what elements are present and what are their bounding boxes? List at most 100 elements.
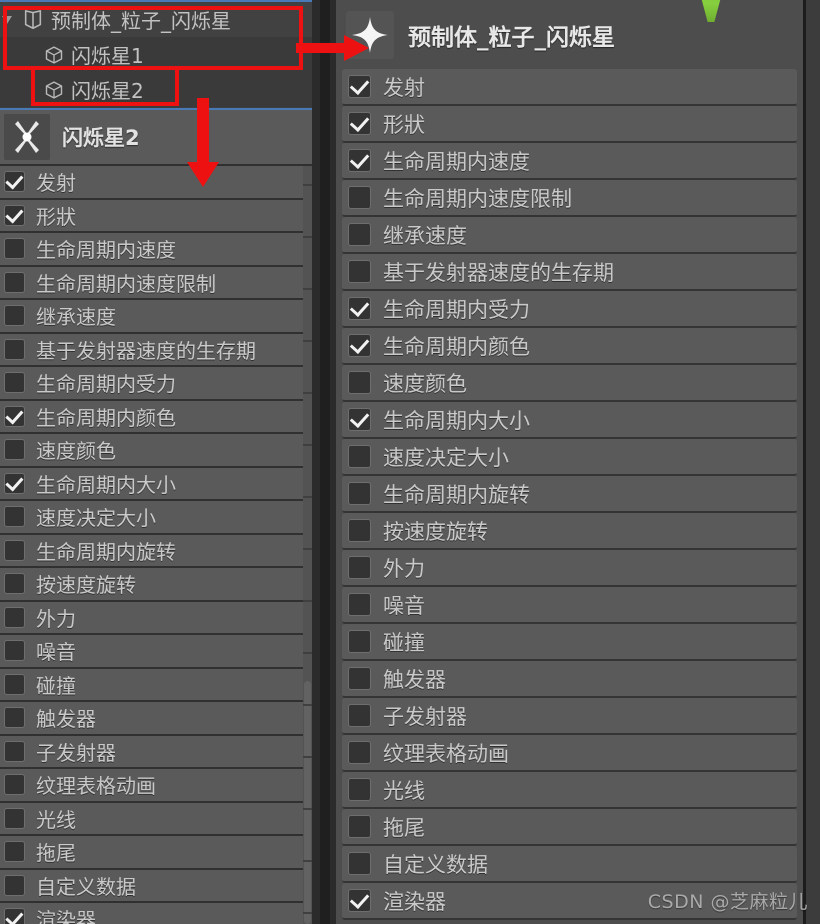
left-module-checkbox[interactable] xyxy=(4,707,25,729)
right-module-checkbox[interactable] xyxy=(348,260,371,283)
left-module-checkbox[interactable] xyxy=(4,305,25,327)
right-module-row[interactable]: 按速度旋转 xyxy=(342,513,797,550)
right-module-checkbox[interactable] xyxy=(348,889,371,912)
left-component-header[interactable]: 闪烁星2 xyxy=(0,110,312,166)
left-module-row[interactable]: 纹理表格动画 xyxy=(0,769,312,803)
right-module-row[interactable]: 生命周期内大小 xyxy=(342,402,797,439)
left-module-checkbox[interactable] xyxy=(4,439,25,461)
left-module-checkbox[interactable] xyxy=(4,807,25,829)
left-module-checkbox[interactable] xyxy=(4,573,25,595)
left-module-row[interactable]: 生命周期内颜色 xyxy=(0,400,312,434)
left-module-row[interactable]: 生命周期内速度 xyxy=(0,233,312,267)
right-module-row[interactable]: 速度决定大小 xyxy=(342,439,797,476)
left-module-row[interactable]: 生命周期内旋转 xyxy=(0,534,312,568)
left-module-row[interactable]: 光线 xyxy=(0,802,312,836)
right-module-row[interactable]: 生命周期内受力 xyxy=(342,291,797,328)
right-module-checkbox[interactable] xyxy=(348,519,371,542)
right-module-checkbox[interactable] xyxy=(348,667,371,690)
left-module-checkbox[interactable] xyxy=(4,673,25,695)
left-module-row[interactable]: 渲染器 xyxy=(0,903,312,924)
right-module-checkbox[interactable] xyxy=(348,112,371,135)
right-module-checkbox[interactable] xyxy=(348,186,371,209)
left-module-checkbox[interactable] xyxy=(4,774,25,796)
right-module-row[interactable]: 外力 xyxy=(342,550,797,587)
right-module-row[interactable]: 发射 xyxy=(342,69,797,106)
left-module-row[interactable]: 速度决定大小 xyxy=(0,501,312,535)
left-module-row[interactable]: 噪音 xyxy=(0,635,312,669)
right-module-checkbox[interactable] xyxy=(348,408,371,431)
left-module-checkbox[interactable] xyxy=(4,204,25,226)
right-module-row[interactable]: 继承速度 xyxy=(342,217,797,254)
right-module-checkbox[interactable] xyxy=(348,815,371,838)
right-module-checkbox[interactable] xyxy=(348,630,371,653)
left-module-checkbox[interactable] xyxy=(4,874,25,896)
right-module-checkbox[interactable] xyxy=(348,371,371,394)
right-module-checkbox[interactable] xyxy=(348,482,371,505)
right-module-row[interactable]: 拖尾 xyxy=(342,809,797,846)
right-module-list[interactable]: 发射 形狀 生命周期内速度 生命周期内速度限制 继承速度 基于发射器速度的生存期 生命周期内… xyxy=(336,69,803,924)
right-module-checkbox[interactable] xyxy=(348,556,371,579)
left-module-checkbox[interactable] xyxy=(4,372,25,394)
left-module-checkbox[interactable] xyxy=(4,908,25,924)
right-module-row[interactable]: 生命周期内旋转 xyxy=(342,476,797,513)
right-module-row[interactable]: 生命周期内速度限制 xyxy=(342,180,797,217)
left-module-row[interactable]: 生命周期内受力 xyxy=(0,367,312,401)
left-scrollbar-thumb[interactable] xyxy=(304,681,311,924)
left-module-row[interactable]: 生命周期内大小 xyxy=(0,467,312,501)
right-module-checkbox[interactable] xyxy=(348,741,371,764)
right-module-checkbox[interactable] xyxy=(348,852,371,875)
left-module-checkbox[interactable] xyxy=(4,472,25,494)
right-module-row[interactable]: 自定义数据 xyxy=(342,846,797,883)
left-module-checkbox[interactable] xyxy=(4,405,25,427)
left-module-row[interactable]: 按速度旋转 xyxy=(0,568,312,602)
right-module-checkbox[interactable] xyxy=(348,75,371,98)
right-module-row[interactable]: 光线 xyxy=(342,772,797,809)
left-module-row[interactable]: 发射 xyxy=(0,166,312,200)
hierarchy-item-2[interactable]: 闪烁星2 xyxy=(0,72,312,107)
left-module-checkbox[interactable] xyxy=(4,506,25,528)
left-module-row[interactable]: 形狀 xyxy=(0,199,312,233)
hierarchy-item-1[interactable]: 闪烁星1 xyxy=(0,37,312,72)
left-module-row[interactable]: 子发射器 xyxy=(0,735,312,769)
right-module-row[interactable]: 形狀 xyxy=(342,106,797,143)
left-scrollbar[interactable] xyxy=(303,166,312,924)
left-module-list[interactable]: 发射 形狀 生命周期内速度 生命周期内速度限制 继承速度 基于发射器速度的生存期 生命周期内… xyxy=(0,166,312,924)
left-module-checkbox[interactable] xyxy=(4,171,25,193)
left-module-row[interactable]: 触发器 xyxy=(0,702,312,736)
left-module-row[interactable]: 碰撞 xyxy=(0,668,312,702)
left-module-row[interactable]: 继承速度 xyxy=(0,300,312,334)
left-module-row[interactable]: 拖尾 xyxy=(0,836,312,870)
right-module-row[interactable]: 速度颜色 xyxy=(342,365,797,402)
left-module-checkbox[interactable] xyxy=(4,740,25,762)
right-module-row[interactable]: 生命周期内速度 xyxy=(342,143,797,180)
left-module-checkbox[interactable] xyxy=(4,338,25,360)
right-module-row[interactable]: 碰撞 xyxy=(342,624,797,661)
right-module-checkbox[interactable] xyxy=(348,297,371,320)
left-module-row[interactable]: 自定义数据 xyxy=(0,869,312,903)
left-module-checkbox[interactable] xyxy=(4,238,25,260)
right-module-row[interactable]: 噪音 xyxy=(342,587,797,624)
right-module-row[interactable]: 纹理表格动画 xyxy=(342,735,797,772)
right-module-checkbox[interactable] xyxy=(348,334,371,357)
right-module-checkbox[interactable] xyxy=(348,593,371,616)
right-component-header[interactable]: 预制体_粒子_闪烁星 xyxy=(336,6,803,64)
right-module-row[interactable]: 生命周期内颜色 xyxy=(342,328,797,365)
left-module-row[interactable]: 基于发射器速度的生存期 xyxy=(0,333,312,367)
right-module-checkbox[interactable] xyxy=(348,445,371,468)
left-module-checkbox[interactable] xyxy=(4,271,25,293)
left-module-checkbox[interactable] xyxy=(4,841,25,863)
left-module-checkbox[interactable] xyxy=(4,606,25,628)
right-module-checkbox[interactable] xyxy=(348,778,371,801)
left-module-checkbox[interactable] xyxy=(4,539,25,561)
right-module-checkbox[interactable] xyxy=(348,704,371,727)
left-module-row[interactable]: 生命周期内速度限制 xyxy=(0,266,312,300)
hierarchy-item-0[interactable]: 预制体_粒子_闪烁星 xyxy=(0,2,312,37)
left-module-row[interactable]: 外力 xyxy=(0,601,312,635)
right-module-row[interactable]: 基于发射器速度的生存期 xyxy=(342,254,797,291)
right-module-row[interactable]: 子发射器 xyxy=(342,698,797,735)
right-module-checkbox[interactable] xyxy=(348,223,371,246)
left-module-checkbox[interactable] xyxy=(4,640,25,662)
right-module-checkbox[interactable] xyxy=(348,149,371,172)
left-module-row[interactable]: 速度颜色 xyxy=(0,434,312,468)
right-module-row[interactable]: 触发器 xyxy=(342,661,797,698)
